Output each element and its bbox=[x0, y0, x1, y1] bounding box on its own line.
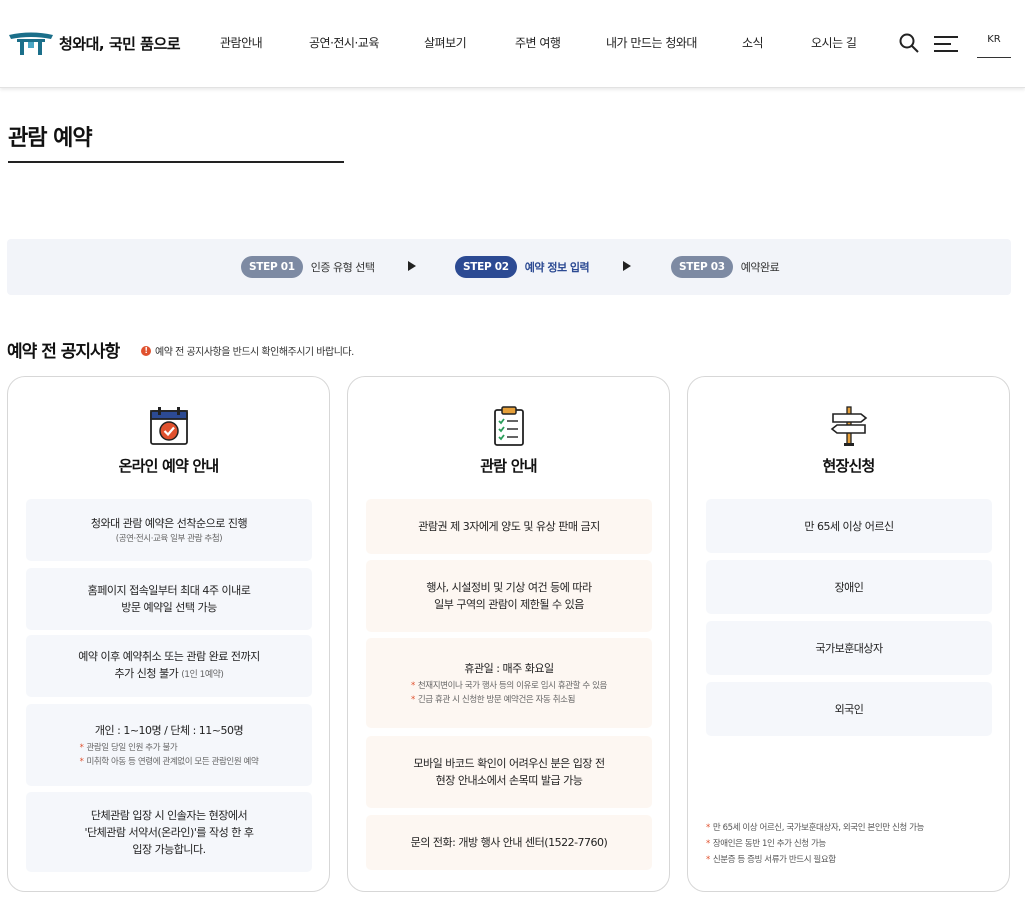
item-text: 방문 예약일 선택 가능 bbox=[121, 601, 217, 614]
item-text: 행사, 시설정비 및 기상 여건 등에 따라 bbox=[426, 581, 592, 594]
item-bullets: * 관람일 당일 인원 추가 불가 * 미취학 아동 등 연령에 관계없이 모든 관… bbox=[80, 741, 259, 769]
item-text: 외국인 bbox=[834, 702, 864, 716]
item-text: 국가보훈대상자 bbox=[815, 641, 883, 655]
item-text: 모바일 바코드 확인이 어려우신 분은 입장 전 bbox=[413, 757, 605, 770]
eligible-item: 장애인 bbox=[706, 560, 992, 614]
language-selector[interactable]: KR bbox=[977, 34, 1011, 58]
item-note: (1인 1예약) bbox=[181, 670, 224, 680]
bullet: * 천재지변이나 국가 행사 등의 이유로 임시 휴관할 수 있음 bbox=[411, 680, 607, 691]
notice-item: 모바일 바코드 확인이 어려우신 분은 입장 전 현장 안내소에서 손목띠 발급… bbox=[366, 736, 652, 808]
step-2: STEP 02 예약 정보 입력 bbox=[455, 256, 590, 278]
item-text: 일부 구역의 관람이 제한될 수 있음 bbox=[434, 598, 584, 611]
signpost-icon bbox=[830, 406, 867, 446]
bullet: * 미취학 아동 등 연령에 관계없이 모든 관람인원 예약 bbox=[79, 756, 259, 767]
eligible-item: 국가보훈대상자 bbox=[706, 621, 992, 675]
item-text: 개인 : 1~10명 / 단체 : 11~50명 bbox=[94, 723, 244, 737]
notice-item: 행사, 시설정비 및 기상 여건 등에 따라 일부 구역의 관람이 제한될 수 … bbox=[366, 560, 652, 632]
step-1-label: 인증 유형 선택 bbox=[310, 261, 375, 274]
nav-item-directions[interactable]: 오시는 길 bbox=[811, 34, 857, 51]
card-title: 관람 안내 bbox=[480, 457, 537, 475]
step-2-badge: STEP 02 bbox=[455, 256, 517, 278]
eligible-item: 만 65세 이상 어르신 bbox=[706, 499, 992, 553]
item-text-part: 추가 신청 불가 bbox=[114, 667, 179, 680]
calendar-check-icon bbox=[149, 407, 188, 445]
item-text: 예약 이후 예약취소 또는 관람 완료 전까지 bbox=[78, 650, 260, 663]
item-text: 휴관일 : 매주 화요일 bbox=[464, 661, 554, 675]
title-underline bbox=[8, 161, 344, 163]
nav-item-visit-guide[interactable]: 관람안내 bbox=[220, 34, 263, 51]
step-1: STEP 01 인증 유형 선택 bbox=[241, 256, 375, 278]
notice-item: 휴관일 : 매주 화요일 * 천재지변이나 국가 행사 등의 이유로 임시 휴관할… bbox=[366, 638, 652, 728]
card-onsite-application: 현장신청 만 65세 이상 어르신 장애인 국가보훈대상자 외국인 * 만 65세… bbox=[687, 376, 1010, 892]
item-text: '단체관람 서약서(온라인)'를 작성 한 후 bbox=[84, 825, 254, 839]
onsite-footnotes: * 만 65세 이상 어르신, 국가보훈대상자, 외국인 본인만 신청 가능 * 장… bbox=[706, 820, 924, 868]
notice-item: 청와대 관람 예약은 선착순으로 진행 (공연·전시·교육 일부 관람 추첨) bbox=[26, 499, 312, 561]
nav-item-performance[interactable]: 공연·전시·교육 bbox=[309, 34, 379, 51]
step-2-label: 예약 정보 입력 bbox=[524, 261, 590, 274]
nav-item-my-cheongwadae[interactable]: 내가 만드는 청와대 bbox=[606, 34, 697, 51]
notice-item: 관람권 제 3자에게 양도 및 유상 판매 금지 bbox=[366, 499, 652, 554]
footnote: * 장애인은 동반 1인 추가 신청 가능 bbox=[706, 839, 826, 849]
site-logo[interactable]: 청와대, 국민 품으로 bbox=[8, 30, 181, 56]
logo-text: 청와대, 국민 품으로 bbox=[59, 34, 181, 53]
item-text: 추가 신청 불가 (1인 1예약) bbox=[115, 665, 224, 684]
page-title: 관람 예약 bbox=[8, 126, 93, 151]
search-icon[interactable] bbox=[899, 33, 919, 53]
item-text: 입장 가능합니다. bbox=[132, 842, 206, 856]
clipboard-check-icon bbox=[493, 406, 524, 446]
notice-item: 홈페이지 접속일부터 최대 4주 이내로 방문 예약일 선택 가능 bbox=[26, 568, 312, 630]
card-title: 현장신청 bbox=[822, 457, 875, 475]
item-subtext: (공연·전시·교육 일부 관람 추첨) bbox=[115, 533, 223, 544]
footnote: * 신분증 등 증빙 서류가 반드시 필요함 bbox=[706, 855, 836, 865]
item-text: 홈페이지 접속일부터 최대 4주 이내로 bbox=[87, 584, 251, 597]
notice-subtitle: ! 예약 전 공지사항을 반드시 확인해주시기 바랍니다. bbox=[141, 343, 354, 358]
item-text: 장애인 bbox=[834, 580, 864, 594]
nav-item-explore[interactable]: 살펴보기 bbox=[424, 34, 467, 51]
eligible-item: 외국인 bbox=[706, 682, 992, 736]
nav-item-nearby-travel[interactable]: 주변 여행 bbox=[515, 34, 561, 51]
notice-item: 예약 이후 예약취소 또는 관람 완료 전까지 추가 신청 불가 (1인 1예약… bbox=[26, 635, 312, 697]
notice-subtitle-text: 예약 전 공지사항을 반드시 확인해주시기 바랍니다. bbox=[155, 347, 354, 358]
bullet: * 긴급 휴관 시 신청한 방문 예약건은 자동 취소됨 bbox=[411, 694, 575, 705]
notice-title: 예약 전 공지사항 bbox=[7, 342, 120, 362]
step-3-label: 예약완료 bbox=[740, 261, 780, 274]
step-1-badge: STEP 01 bbox=[241, 256, 303, 278]
item-text: 현장 안내소에서 손목띠 발급 가능 bbox=[435, 774, 583, 787]
notice-item: 문의 전화: 개방 행사 안내 센터(1522-7760) bbox=[366, 815, 652, 870]
menu-icon[interactable] bbox=[934, 36, 958, 52]
card-online-reservation: 온라인 예약 안내 청와대 관람 예약은 선착순으로 진행 (공연·전시·교육 … bbox=[7, 376, 330, 892]
bullet: * 관람일 당일 인원 추가 불가 bbox=[79, 742, 178, 753]
item-text: 관람권 제 3자에게 양도 및 유상 판매 금지 bbox=[418, 520, 600, 533]
step-3: STEP 03 예약완료 bbox=[671, 256, 780, 278]
info-icon: ! bbox=[141, 345, 151, 356]
notice-item: 단체관람 입장 시 인솔자는 현장에서 '단체관람 서약서(온라인)'를 작성 … bbox=[26, 792, 312, 872]
card-visit-guide: 관람 안내 관람권 제 3자에게 양도 및 유상 판매 금지 행사, 시설정비 … bbox=[347, 376, 670, 892]
item-text: 문의 전화: 개방 행사 안내 센터(1522-7760) bbox=[410, 836, 608, 849]
item-text: 청와대 관람 예약은 선착순으로 진행 bbox=[90, 516, 248, 530]
notice-item: 개인 : 1~10명 / 단체 : 11~50명 * 관람일 당일 인원 추가 불… bbox=[26, 704, 312, 786]
item-bullets: * 천재지변이나 국가 행사 등의 이유로 임시 휴관할 수 있음 * 긴급 휴관 … bbox=[411, 679, 607, 707]
pavilion-logo-icon bbox=[9, 32, 53, 55]
step-indicator: STEP 01 인증 유형 선택 STEP 02 예약 정보 입력 STEP 0… bbox=[7, 239, 1011, 295]
item-text: 단체관람 입장 시 인솔자는 현장에서 bbox=[90, 808, 248, 822]
step-arrow-icon bbox=[408, 261, 416, 271]
footnote: * 만 65세 이상 어르신, 국가보훈대상자, 외국인 본인만 신청 가능 bbox=[706, 823, 924, 833]
step-arrow-icon bbox=[623, 261, 631, 271]
card-title: 온라인 예약 안내 bbox=[118, 457, 220, 475]
item-text: 만 65세 이상 어르신 bbox=[804, 519, 894, 533]
nav-item-news[interactable]: 소식 bbox=[742, 34, 764, 51]
site-header: 청와대, 국민 품으로 관람안내 공연·전시·교육 살펴보기 주변 여행 내가 … bbox=[0, 0, 1025, 88]
step-3-badge: STEP 03 bbox=[671, 256, 733, 278]
